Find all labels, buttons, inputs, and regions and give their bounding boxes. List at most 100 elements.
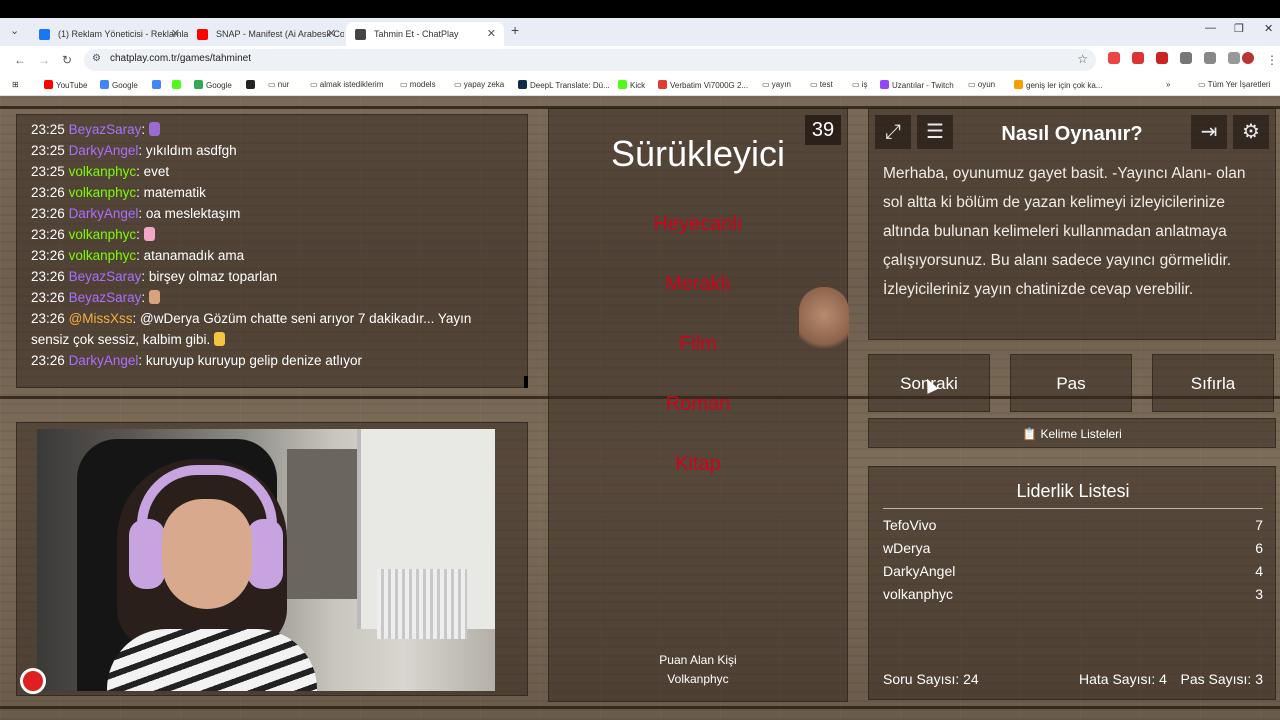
- bookmark-16[interactable]: ▭ oyun: [968, 80, 995, 89]
- bookmark-5[interactable]: ▭ nur: [268, 80, 289, 89]
- close-tab-icon[interactable]: ✕: [487, 22, 496, 46]
- site-info-icon[interactable]: ⚙: [92, 53, 101, 64]
- webcam-radiator: [377, 569, 467, 639]
- restore-icon[interactable]: ❐: [1234, 22, 1244, 35]
- chat-time: 23:26: [31, 185, 65, 200]
- bookmark-2[interactable]: [152, 80, 164, 90]
- bookmarks-bar: ⊞ YouTube Google Google ▭ nur ▭ almak is…: [0, 74, 1280, 96]
- chat-username[interactable]: DarkyAngel: [69, 353, 139, 368]
- extensions-puzzle-icon[interactable]: [1180, 52, 1192, 64]
- webcam-video: [37, 429, 495, 691]
- meta-icon: [39, 29, 50, 40]
- close-tab-icon[interactable]: ✕: [171, 22, 180, 46]
- chat-text: : oa meslektaşım: [138, 206, 241, 221]
- close-tab-icon[interactable]: ✕: [327, 22, 336, 46]
- chat-username[interactable]: volkanphyc: [69, 185, 137, 200]
- extension-icon[interactable]: [1156, 52, 1168, 64]
- chat-message: 23:25 volkanphyc: evet: [31, 161, 513, 182]
- minimize-icon[interactable]: —: [1205, 22, 1216, 34]
- emoji-icon: [148, 290, 160, 304]
- url-text[interactable]: chatplay.com.tr/games/tahminet: [110, 53, 251, 64]
- profile-avatar[interactable]: [1242, 52, 1254, 64]
- bookmark-1[interactable]: Google: [100, 80, 138, 90]
- chat-message: 23:25 DarkyAngel: yıkıldım asdfgh: [31, 140, 513, 161]
- chat-message: 23:26 @MissXss: @wDerya Gözüm chatte sen…: [31, 308, 513, 350]
- tab-snap[interactable]: SNAP - Manifest (Ai Arabesk Co ✕: [188, 22, 344, 46]
- tab-reklam[interactable]: (1) Reklam Yöneticisi - Reklamla ✕: [30, 22, 188, 46]
- bookmark-0[interactable]: YouTube: [44, 80, 87, 90]
- bookmark-6[interactable]: ▭ almak istediklerim: [310, 80, 383, 89]
- tab-tahminet[interactable]: Tahmin Et - ChatPlay ✕: [346, 22, 504, 46]
- settings-gear-icon[interactable]: ⚙: [1233, 115, 1269, 149]
- download-icon[interactable]: [1204, 52, 1216, 64]
- extension-icon[interactable]: [1132, 52, 1144, 64]
- apps-grid-icon[interactable]: ⊞: [12, 80, 19, 89]
- new-tab-icon[interactable]: +: [511, 22, 519, 38]
- menu-kebab-icon[interactable]: ⋮: [1266, 53, 1278, 67]
- bookmark-9[interactable]: DeepL Translate: Dü...: [518, 80, 610, 90]
- google-icon: [152, 80, 161, 89]
- clipboard-icon: 📋: [1022, 427, 1041, 441]
- omnibox[interactable]: ⚙ chatplay.com.tr/games/tahminet ☆: [84, 49, 1096, 71]
- tab-bar: ⌄ (1) Reklam Yöneticisi - Reklamla ✕ SNA…: [0, 18, 1280, 46]
- bookmark-8[interactable]: ▭ yapay zeka: [454, 80, 504, 89]
- bookmark-3[interactable]: Google: [194, 80, 232, 90]
- chat-username[interactable]: volkanphyc: [69, 227, 137, 242]
- chat-time: 23:26: [31, 269, 65, 284]
- reload-icon[interactable]: ↻: [62, 53, 72, 67]
- chat-username[interactable]: DarkyAngel: [69, 206, 139, 221]
- chat-time: 23:26: [31, 248, 65, 263]
- bookmark-star-icon[interactable]: ☆: [1077, 52, 1088, 66]
- all-bookmarks[interactable]: ▭ Tüm Yer İşaretleri: [1198, 80, 1270, 89]
- word-lists-button[interactable]: 📋 Kelime Listeleri: [868, 418, 1276, 448]
- forward-icon[interactable]: →: [38, 53, 50, 67]
- bookmark-4[interactable]: [246, 80, 258, 90]
- chat-time: 23:25: [31, 122, 65, 137]
- bookmark-12[interactable]: ▭ yayın: [762, 80, 791, 89]
- chat-text: : atanamadık ama: [136, 248, 245, 263]
- deepl-icon: [518, 80, 527, 89]
- scrollbar-thumb[interactable]: [524, 376, 528, 388]
- twitch-icon: [880, 80, 889, 89]
- record-icon: [20, 668, 46, 694]
- folder-icon: ▭: [454, 80, 464, 89]
- chat-text: :: [136, 227, 140, 242]
- chat-username[interactable]: volkanphyc: [69, 164, 137, 179]
- webcam-face: [162, 499, 252, 609]
- face-sticker: [799, 287, 849, 357]
- bookmarks-overflow-icon[interactable]: »: [1166, 80, 1170, 89]
- chatplay-icon: [355, 29, 366, 40]
- chat-text: :: [141, 290, 146, 305]
- sidebar-icon[interactable]: [1228, 52, 1240, 64]
- bookmark-2b[interactable]: [172, 80, 184, 90]
- logout-icon[interactable]: ⇥: [1191, 115, 1227, 149]
- bookmark-10[interactable]: Kick: [618, 80, 645, 90]
- chat-username[interactable]: DarkyAngel: [69, 143, 139, 158]
- back-icon[interactable]: ←: [14, 53, 26, 67]
- chat-time: 23:26: [31, 227, 65, 242]
- chat-username[interactable]: @MissXss: [69, 311, 133, 326]
- bookmark-11[interactable]: Verbatim Vi7000G 2...: [658, 80, 748, 90]
- google-icon: [194, 80, 203, 89]
- chat-text: : birşey olmaz toparlan: [141, 269, 278, 284]
- bookmark-14[interactable]: ▭ iş: [852, 80, 868, 89]
- word-panel: 39 Sürükleyici Heyecanlı Meraklı Film Ro…: [548, 108, 849, 702]
- extension-icon[interactable]: [1108, 52, 1120, 64]
- bookmark-17[interactable]: geniş ler için çok ka...: [1014, 80, 1102, 90]
- pass-button[interactable]: Pas: [1010, 354, 1132, 412]
- chat-time: 23:25: [31, 164, 65, 179]
- chat-username[interactable]: BeyazSaray: [69, 269, 142, 284]
- bookmark-15[interactable]: Uzantılar - Twitch: [880, 80, 954, 90]
- chat-username[interactable]: volkanphyc: [69, 248, 137, 263]
- bookmark-13[interactable]: ▭ test: [810, 80, 833, 89]
- chat-username[interactable]: BeyazSaray: [69, 122, 142, 137]
- emoji-icon: [148, 122, 160, 136]
- bookmark-7[interactable]: ▭ models: [400, 80, 436, 89]
- reset-button[interactable]: Sıfırla: [1152, 354, 1274, 412]
- chat-username[interactable]: BeyazSaray: [69, 290, 142, 305]
- window-close-icon[interactable]: ✕: [1264, 22, 1273, 35]
- taboo-word: Meraklı: [665, 273, 731, 295]
- emoji-icon: [143, 227, 155, 241]
- tab-search-chevron-icon[interactable]: ⌄: [10, 24, 19, 37]
- game-page: 23:25 BeyazSaray: 23:25 DarkyAngel: yıkı…: [0, 96, 1280, 720]
